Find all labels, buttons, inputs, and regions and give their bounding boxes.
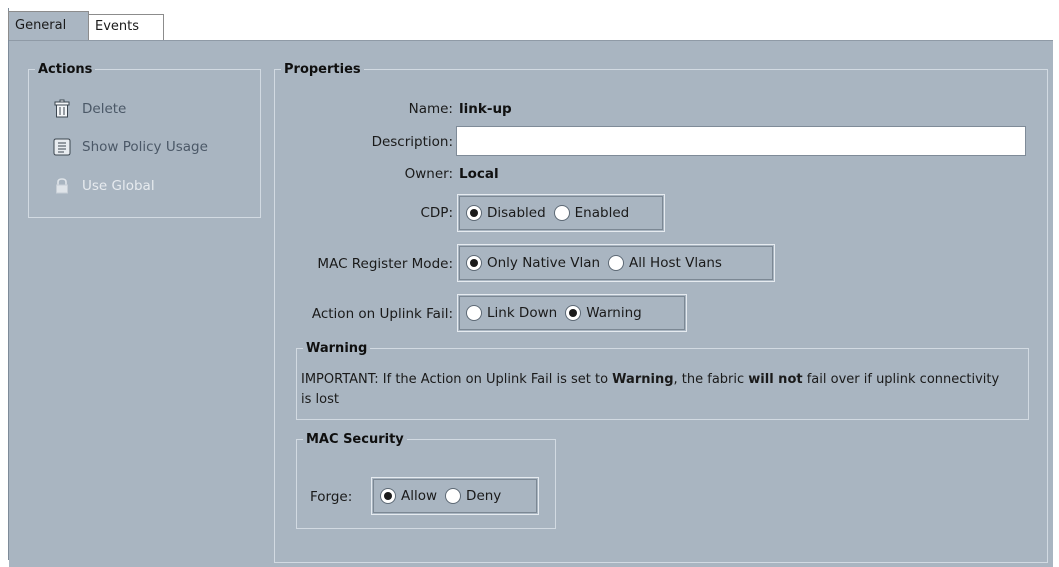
all-host-vlans-label: All Host Vlans bbox=[629, 255, 722, 271]
cdp-radio-group: Disabled Enabled bbox=[457, 194, 665, 232]
only-native-vlan-radio[interactable] bbox=[466, 255, 482, 271]
show-policy-usage-action[interactable]: Show Policy Usage bbox=[51, 134, 208, 160]
link-down-label: Link Down bbox=[487, 305, 558, 321]
warning-group: Warning IMPORTANT: If the Action on Upli… bbox=[296, 341, 1029, 420]
warning-text-2: , the fabric bbox=[673, 372, 749, 387]
warning-text-1: IMPORTANT: If the Action on Uplink Fail … bbox=[301, 372, 613, 387]
warning-bold-2: will not bbox=[748, 372, 803, 387]
warning-option[interactable]: Warning bbox=[565, 305, 642, 321]
trash-icon bbox=[51, 98, 73, 120]
forge-allow-option[interactable]: Allow bbox=[380, 488, 437, 504]
actions-title: Actions bbox=[38, 62, 93, 77]
general-panel: Actions Delete Show Policy Usage Use Glo… bbox=[9, 40, 1053, 567]
link-down-option[interactable]: Link Down bbox=[466, 305, 557, 321]
delete-action[interactable]: Delete bbox=[51, 96, 126, 122]
forge-radio-group: Allow Deny bbox=[371, 477, 539, 515]
only-native-vlan-label: Only Native Vlan bbox=[487, 255, 601, 271]
properties-title: Properties bbox=[284, 62, 361, 77]
forge-deny-option[interactable]: Deny bbox=[445, 488, 501, 504]
cdp-disabled-radio[interactable] bbox=[466, 205, 482, 221]
tab-general[interactable]: General bbox=[8, 11, 89, 40]
mac-register-mode-radio-group: Only Native Vlan All Host Vlans bbox=[457, 244, 775, 282]
forge-allow-label: Allow bbox=[401, 488, 438, 504]
only-native-vlan-option[interactable]: Only Native Vlan bbox=[466, 255, 600, 271]
action-on-uplink-fail-label: Action on Uplink Fail: bbox=[311, 306, 453, 322]
all-host-vlans-radio[interactable] bbox=[608, 255, 625, 271]
link-down-radio[interactable] bbox=[466, 305, 482, 321]
cdp-label: CDP: bbox=[420, 205, 453, 221]
cdp-enabled-label: Enabled bbox=[574, 205, 630, 221]
forge-label: Forge: bbox=[310, 489, 353, 505]
warning-title: Warning bbox=[306, 341, 368, 356]
delete-label: Delete bbox=[82, 101, 127, 117]
forge-deny-radio[interactable] bbox=[445, 488, 462, 504]
scroll-icon bbox=[51, 136, 73, 158]
description-field[interactable] bbox=[456, 126, 1026, 156]
action-on-uplink-fail-radio-group: Link Down Warning bbox=[457, 294, 687, 332]
cdp-disabled-label: Disabled bbox=[487, 205, 546, 221]
use-global-action: Use Global bbox=[51, 173, 155, 199]
use-global-label: Use Global bbox=[82, 178, 155, 194]
forge-deny-label: Deny bbox=[466, 488, 502, 504]
warning-bold-1: Warning bbox=[612, 372, 674, 387]
description-label: Description: bbox=[371, 134, 453, 150]
forge-allow-radio[interactable] bbox=[380, 488, 396, 504]
owner-label: Owner: bbox=[404, 166, 453, 182]
all-host-vlans-option[interactable]: All Host Vlans bbox=[608, 255, 722, 271]
name-label: Name: bbox=[408, 101, 453, 117]
mac-security-title: MAC Security bbox=[306, 432, 404, 447]
name-value: link-up bbox=[459, 101, 512, 117]
warning-message: IMPORTANT: If the Action on Uplink Fail … bbox=[301, 370, 1001, 410]
warning-radio[interactable] bbox=[565, 305, 582, 321]
cdp-enabled-radio[interactable] bbox=[553, 205, 570, 221]
cdp-disabled-option[interactable]: Disabled bbox=[466, 205, 546, 221]
owner-value: Local bbox=[459, 166, 499, 182]
mac-register-mode-label: MAC Register Mode: bbox=[317, 256, 453, 272]
cdp-enabled-option[interactable]: Enabled bbox=[553, 205, 630, 221]
show-policy-usage-label: Show Policy Usage bbox=[82, 139, 208, 155]
lock-icon bbox=[51, 175, 73, 197]
warning-option-label: Warning bbox=[586, 305, 642, 321]
tab-events[interactable]: Events bbox=[89, 14, 164, 40]
